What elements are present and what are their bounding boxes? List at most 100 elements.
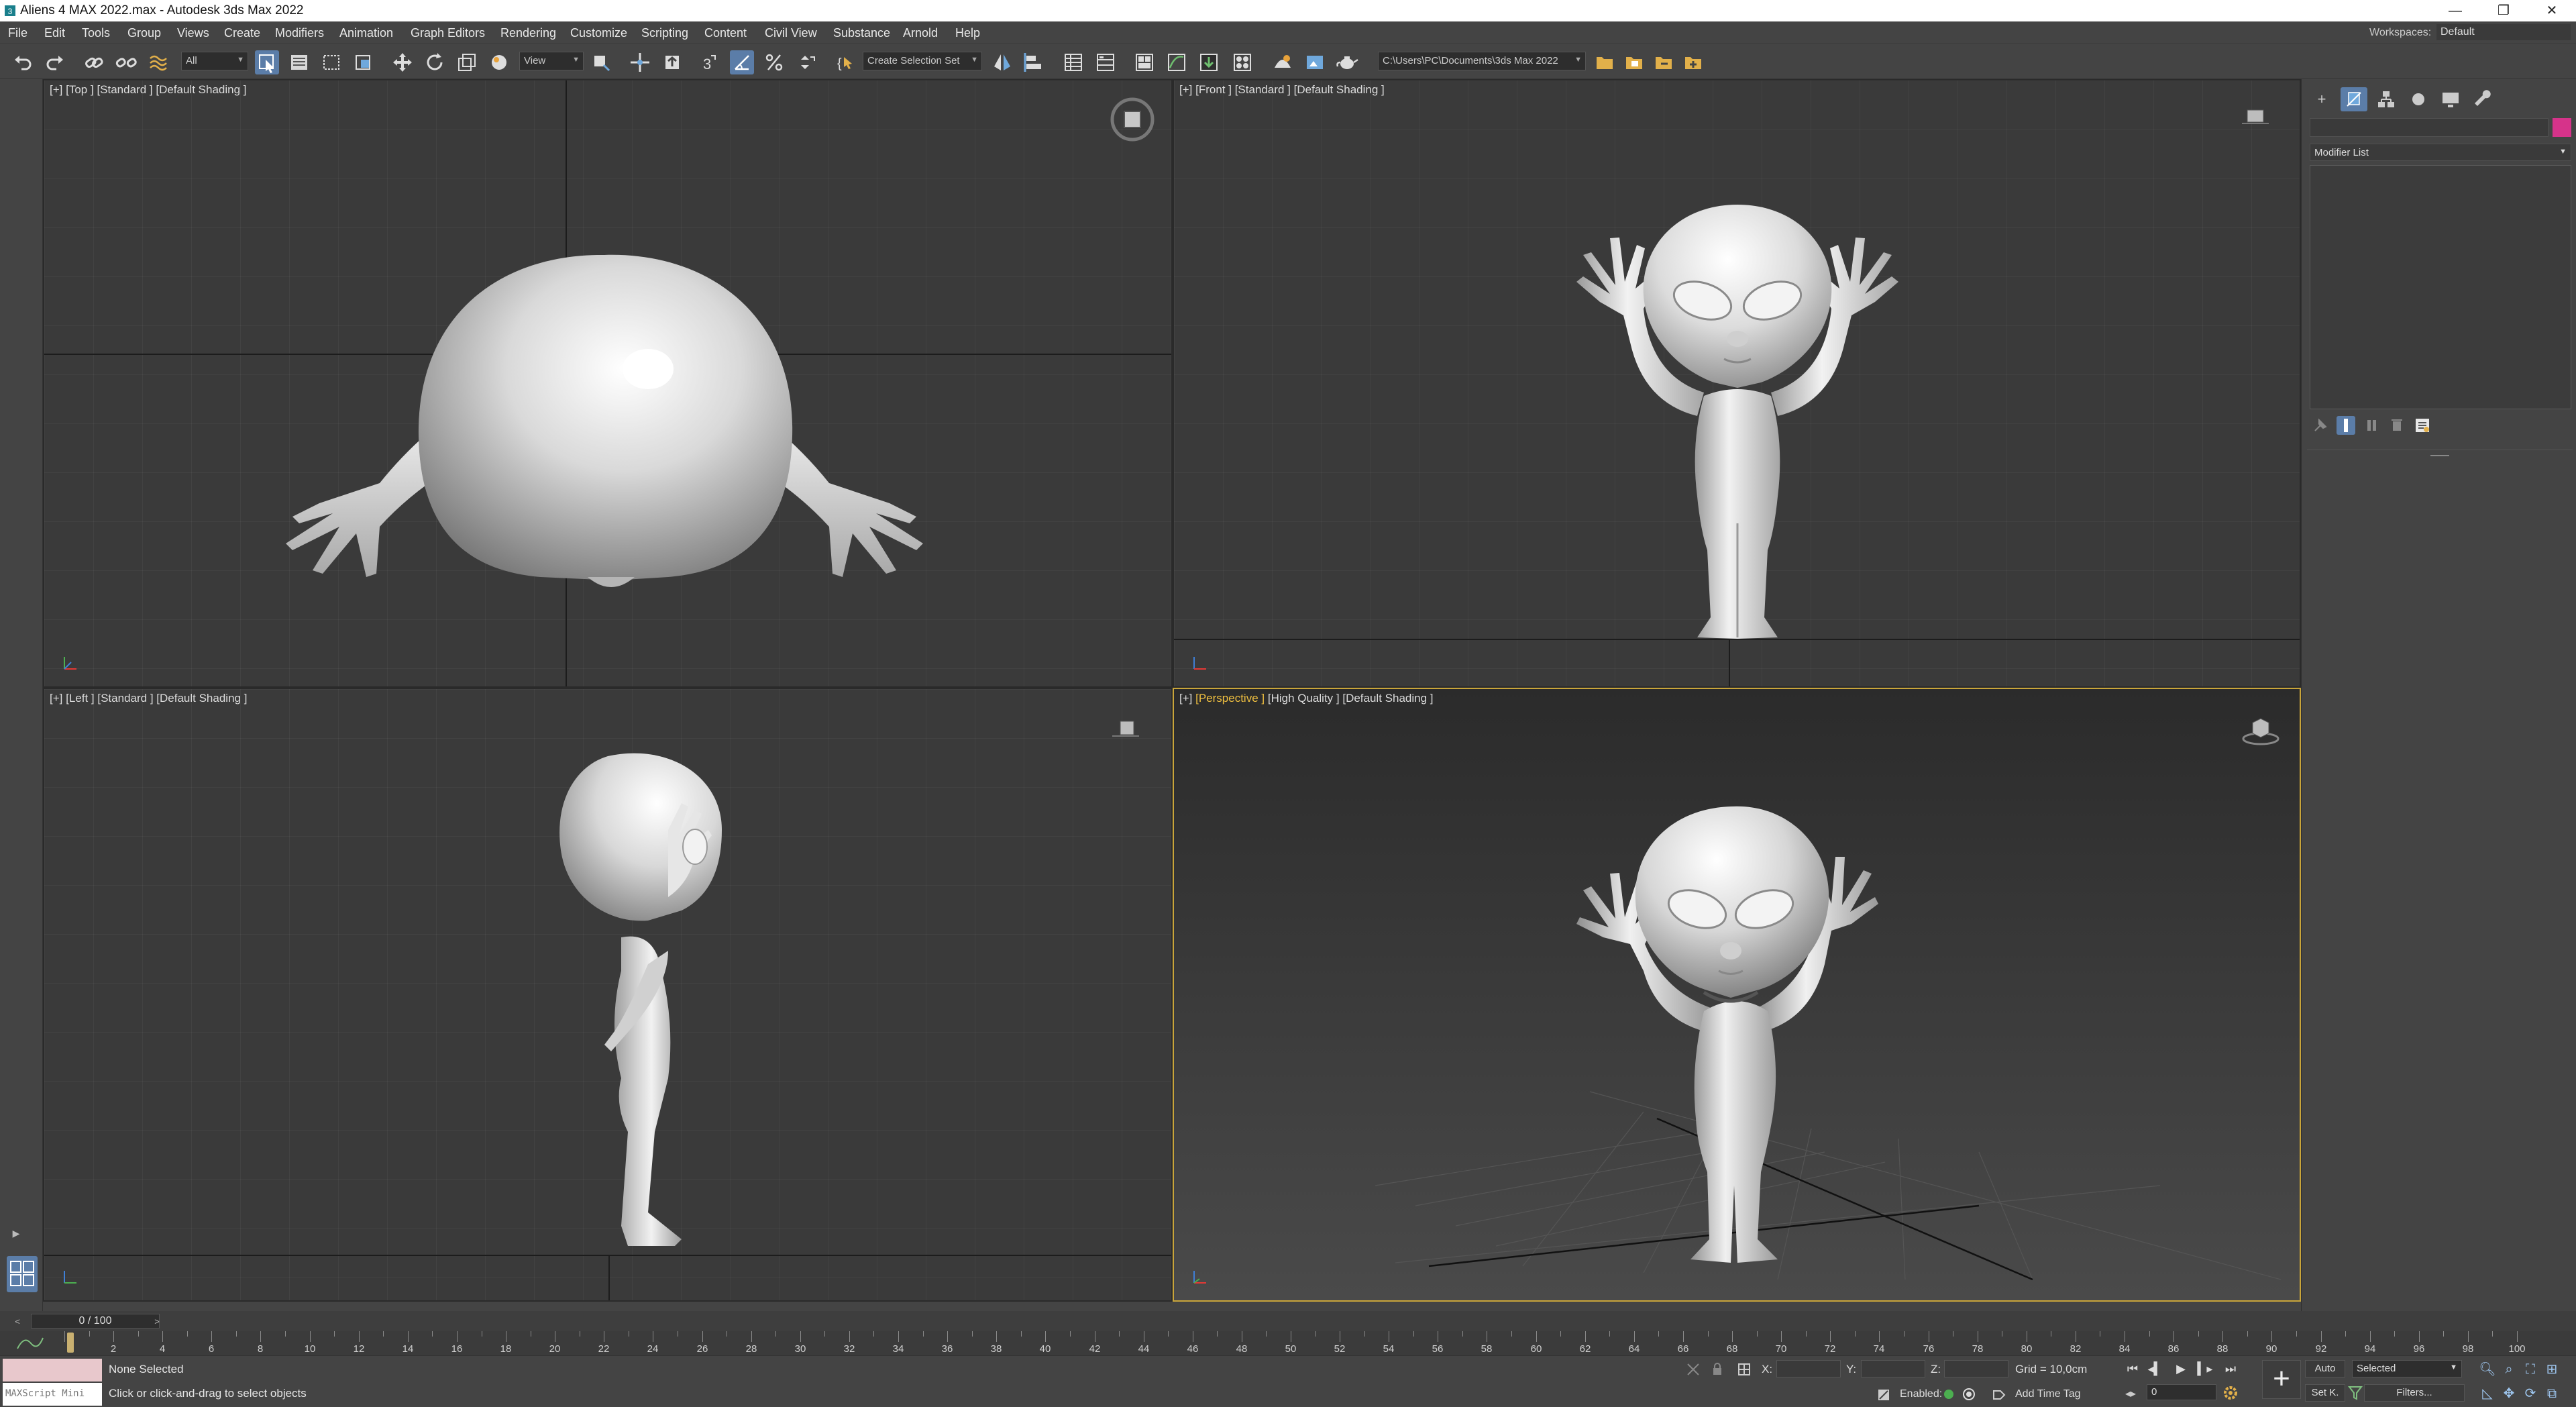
menu-graph-editors[interactable]: Graph Editors (411, 26, 485, 40)
undo-button[interactable] (11, 50, 35, 74)
key-filters-icon-button[interactable] (2347, 1384, 2363, 1402)
go-to-end-button[interactable]: ⏭ (2220, 1359, 2241, 1379)
menu-civil-view[interactable]: Civil View (765, 26, 817, 40)
create-project-folder-button[interactable] (1681, 50, 1705, 74)
close-button[interactable]: ✕ (2528, 0, 2576, 21)
enabled-indicator-icon[interactable] (1944, 1390, 1953, 1399)
minimize-button[interactable]: — (2431, 0, 2479, 21)
viewport-label-left[interactable]: [+] [Left ] [Standard ] [Default Shading… (50, 692, 247, 705)
angle-snap-toggle-button[interactable] (730, 50, 754, 74)
viewport-standard-menu[interactable]: [Standard ] (97, 692, 153, 705)
create-selection-set-dropdown[interactable]: Create Selection Set ▼ (863, 52, 982, 70)
alien-model-front-view[interactable] (1536, 121, 1939, 651)
toggle-scene-explorer-button[interactable] (1061, 50, 1085, 74)
viewport-label-perspective[interactable]: [+] [Perspective ] [High Quality ] [Defa… (1179, 692, 1434, 705)
expand-viewport-layouts-button[interactable]: ▶ (9, 1228, 23, 1241)
track-bar[interactable]: 2 4 6 8 10 12 14 16 18 20 22 24 26 28 30 32 34 36 38 40 42 44… (0, 1331, 2576, 1355)
play-animation-button[interactable]: ▶ (2171, 1359, 2191, 1379)
viewcube-icon[interactable] (1108, 95, 1157, 144)
toggle-layer-explorer-button[interactable] (1093, 50, 1118, 74)
spinner-snap-toggle-button[interactable] (794, 50, 818, 74)
reference-coordinate-dropdown[interactable]: View ▼ (519, 52, 584, 70)
remove-modifier-button[interactable] (2387, 416, 2406, 435)
time-tag-toggle-icon[interactable] (1964, 1390, 1974, 1399)
select-by-name-button[interactable] (287, 50, 311, 74)
menu-tools[interactable]: Tools (82, 26, 110, 40)
menu-edit[interactable]: Edit (44, 26, 65, 40)
unlink-selection-button[interactable] (114, 50, 138, 74)
keyboard-shortcut-override-button[interactable] (660, 50, 684, 74)
next-frame-button[interactable]: ▍▸ (2195, 1359, 2215, 1379)
zoom-button[interactable]: 🔍︎ (2478, 1360, 2497, 1379)
set-key-button[interactable]: + (2262, 1360, 2301, 1399)
alien-model-top-view[interactable] (239, 168, 977, 624)
zoom-all-button[interactable]: ⌕ (2500, 1360, 2518, 1379)
menu-substance[interactable]: Substance (833, 26, 890, 40)
workspaces-select[interactable]: Default (2436, 24, 2571, 40)
modify-tab[interactable] (2341, 87, 2367, 111)
menu-modifiers[interactable]: Modifiers (275, 26, 324, 40)
object-name-field[interactable] (2310, 118, 2548, 137)
bind-to-space-warp-button[interactable] (146, 50, 170, 74)
create-tab[interactable]: + (2308, 87, 2335, 111)
menu-views[interactable]: Views (177, 26, 209, 40)
time-slider-thumb[interactable]: 0 / 100 (31, 1314, 160, 1328)
time-configuration-settings-button[interactable] (2222, 1384, 2239, 1402)
project-folder-button[interactable] (1622, 50, 1646, 74)
x-coordinate-field[interactable] (1776, 1360, 1841, 1377)
viewport-point-of-view-menu[interactable]: [Top ] (66, 83, 94, 96)
viewport-perspective[interactable]: [+] [Perspective ] [High Quality ] [Defa… (1173, 688, 2301, 1302)
viewcube-icon[interactable] (2241, 713, 2281, 748)
select-and-place-button[interactable] (487, 50, 511, 74)
maxscript-mini-listener[interactable]: MAXScript Mini (3, 1383, 102, 1406)
menu-arnold[interactable]: Arnold (903, 26, 938, 40)
rollout-grip-icon[interactable] (2430, 455, 2449, 456)
viewport-top[interactable]: [+] [Top ] [Standard ] [Default Shading … (43, 79, 1173, 688)
pin-stack-button[interactable] (2311, 416, 2330, 435)
redo-button[interactable] (43, 50, 67, 74)
viewport-front[interactable]: [+] [Front ] [Standard ] [Default Shadin… (1173, 79, 2301, 688)
toggle-ribbon-button[interactable] (1132, 50, 1157, 74)
make-unique-button[interactable] (2362, 416, 2381, 435)
viewport-point-of-view-menu[interactable]: [Left ] (66, 692, 95, 705)
align-button[interactable] (1022, 50, 1046, 74)
viewport-point-of-view-menu[interactable]: [Front ] (1195, 83, 1232, 96)
select-and-move-button[interactable] (390, 50, 415, 74)
time-slider-next-button[interactable]: > (150, 1315, 164, 1328)
open-project-folder-button[interactable] (1593, 50, 1617, 74)
current-frame-field[interactable]: 0 (2147, 1384, 2216, 1400)
selection-filter-dropdown[interactable]: All ▼ (181, 52, 248, 70)
key-mode-dropdown[interactable]: Selected ▼ (2352, 1360, 2462, 1377)
menu-group[interactable]: Group (127, 26, 161, 40)
set-project-folder-button[interactable] (1652, 50, 1676, 74)
track-bar-playhead[interactable] (67, 1333, 74, 1353)
restore-button[interactable]: ❐ (2479, 0, 2528, 21)
configure-modifier-sets-button[interactable] (2413, 416, 2432, 435)
select-and-rotate-button[interactable] (423, 50, 447, 74)
schematic-view-button[interactable] (1197, 50, 1221, 74)
absolute-mode-transform-button[interactable] (1736, 1361, 1752, 1377)
zoom-extents-button[interactable]: ⛶ (2521, 1360, 2540, 1379)
material-editor-button[interactable] (1230, 50, 1254, 74)
rectangular-selection-region-button[interactable] (319, 50, 343, 74)
alien-model-left-view[interactable] (494, 729, 775, 1259)
menu-content[interactable]: Content (704, 26, 747, 40)
viewport-shading-menu[interactable]: [Default Shading ] (1342, 692, 1433, 705)
time-slider[interactable]: < 0 / 100 > (0, 1311, 2576, 1331)
viewport-standard-menu[interactable]: [Standard ] (97, 83, 152, 96)
display-tab[interactable] (2437, 87, 2464, 111)
utilities-tab[interactable] (2469, 87, 2496, 111)
add-time-tag-label[interactable]: Add Time Tag (2015, 1388, 2081, 1400)
modifier-stack[interactable] (2310, 165, 2571, 409)
select-and-manipulate-button[interactable] (628, 50, 652, 74)
pan-view-button[interactable]: ✥ (2500, 1384, 2518, 1403)
viewport-standard-menu[interactable]: [Standard ] (1235, 83, 1291, 96)
pivot-point-center-button[interactable] (589, 50, 613, 74)
track-bar-ruler[interactable]: 2 4 6 8 10 12 14 16 18 20 22 24 26 28 30 32 34 36 38 40 42 44… (64, 1331, 2526, 1355)
time-configuration-button[interactable]: ◂▸ (2125, 1387, 2141, 1400)
viewport-shading-menu[interactable]: [Default Shading ] (156, 83, 246, 96)
auto-key-button[interactable]: Auto (2305, 1360, 2345, 1377)
edit-named-selection-sets-button[interactable]: { (833, 50, 857, 74)
field-of-view-button[interactable]: ◺ (2478, 1384, 2497, 1403)
viewport-point-of-view-menu[interactable]: [Perspective ] (1195, 692, 1265, 705)
